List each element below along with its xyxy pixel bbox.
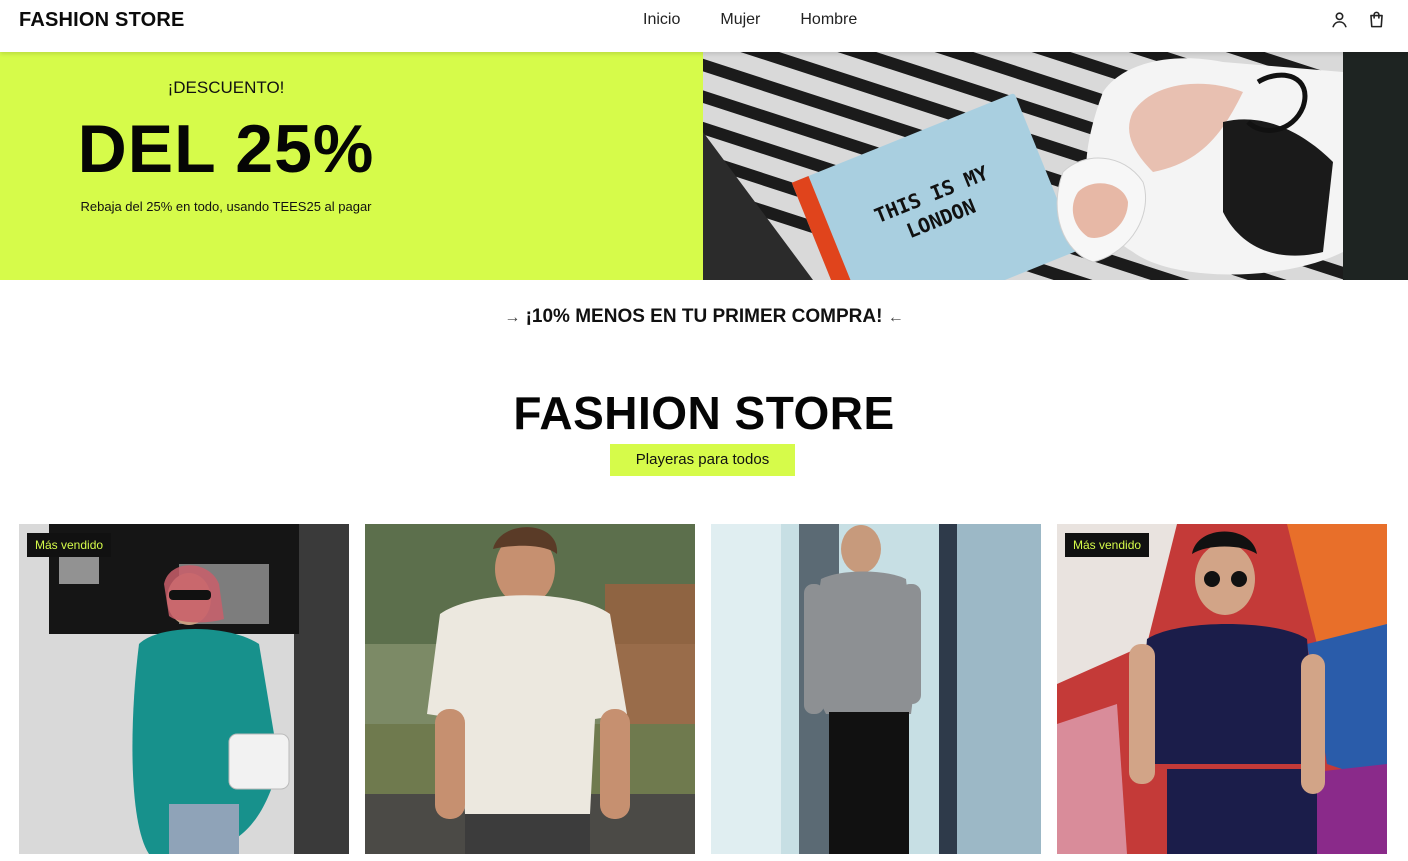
section-title: FASHION STORE [513, 387, 895, 439]
product-image [711, 524, 1041, 854]
hero-subtext: Rebaja del 25% en todo, usando TEES25 al… [80, 199, 372, 214]
user-icon[interactable] [1330, 10, 1349, 29]
arrow-left-icon: ← [887, 309, 904, 326]
product-image [1057, 524, 1387, 854]
site-header: FASHION STORE Inicio Mujer Hombre [0, 0, 1408, 52]
product-card[interactable]: Más vendido [1057, 524, 1387, 854]
promo-strip: → ¡10% MENOS EN TU PRIMER COMPRA! ← [0, 306, 1408, 328]
hero-eyebrow: ¡DESCUENTO! [167, 78, 285, 97]
nav-link-hombre[interactable]: Hombre [800, 11, 857, 29]
product-card[interactable]: Más vendido [19, 524, 349, 854]
best-seller-badge: Más vendido [1065, 533, 1150, 557]
main-nav: Inicio Mujer Hombre [643, 11, 857, 29]
cart-icon[interactable] [1367, 10, 1386, 29]
hero-headline: DEL 25% [77, 111, 375, 187]
product-image [365, 524, 695, 854]
promo-text: ¡10% MENOS EN TU PRIMER COMPRA! [525, 306, 883, 327]
nav-link-mujer[interactable]: Mujer [720, 11, 760, 29]
hero-photo: THIS IS MY LONDON [703, 52, 1408, 280]
product-image [19, 524, 349, 854]
product-card[interactable] [711, 524, 1041, 854]
arrow-right-icon: → [504, 309, 521, 326]
product-card[interactable] [365, 524, 695, 854]
best-seller-badge: Más vendido [27, 533, 112, 557]
nav-link-inicio[interactable]: Inicio [643, 11, 680, 29]
section-tag[interactable]: Playeras para todos [610, 444, 795, 476]
hero-discount-panel: ¡DESCUENTO! DEL 25% Rebaja del 25% en to… [0, 52, 703, 280]
brand-logo[interactable]: FASHION STORE [19, 9, 185, 32]
header-actions [1330, 10, 1386, 29]
